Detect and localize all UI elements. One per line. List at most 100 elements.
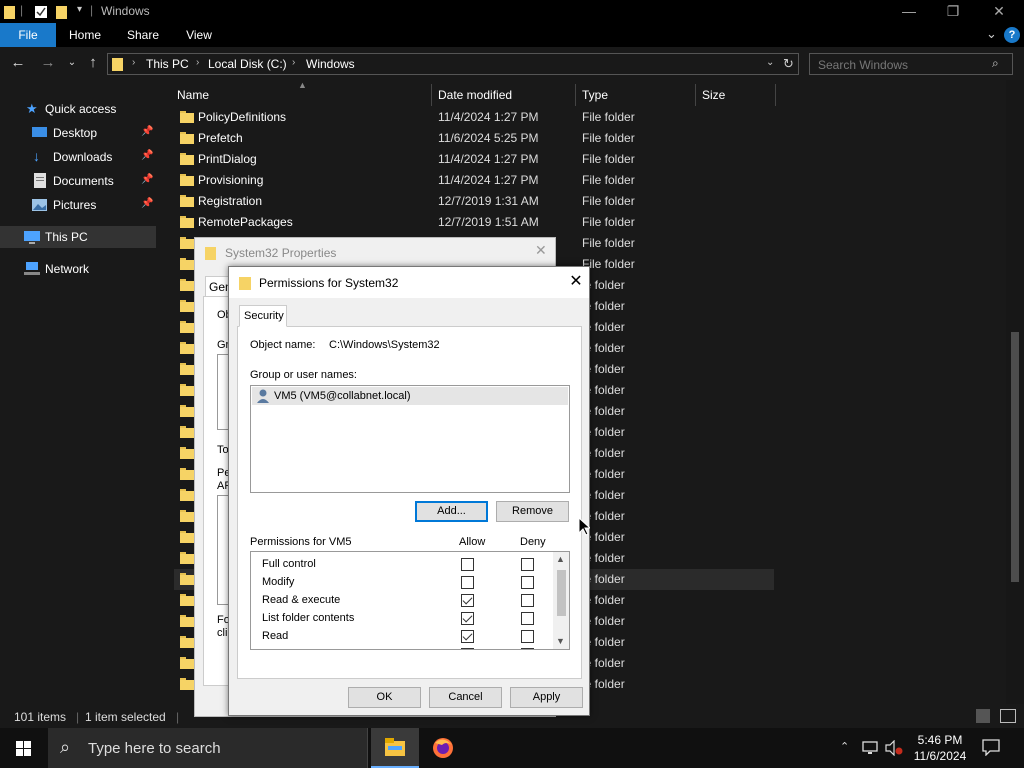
permissions-scrollbar[interactable]: ▲ ▼: [553, 552, 569, 649]
chevron-right-icon[interactable]: ›: [292, 57, 295, 68]
taskbar-search[interactable]: ⌕ Type here to search: [48, 728, 368, 768]
deny-checkbox[interactable]: [521, 558, 534, 571]
ribbon: File Home Share View ⌄ ?: [0, 23, 1024, 47]
pin-icon: 📌: [141, 174, 154, 185]
column-divider[interactable]: [575, 84, 576, 106]
column-name[interactable]: Name: [177, 88, 209, 102]
new-folder-icon[interactable]: [56, 4, 68, 20]
tab-view[interactable]: View: [176, 23, 222, 47]
nav-item-documents[interactable]: Documents 📌: [0, 170, 156, 192]
address-bar[interactable]: › This PC › Local Disk (C:) › Windows ⌄ …: [107, 53, 799, 75]
taskbar-firefox[interactable]: [419, 728, 467, 768]
selection-count: 1 item selected: [85, 710, 166, 724]
allow-checkbox[interactable]: [461, 576, 474, 589]
back-button[interactable]: ←: [9, 55, 27, 73]
column-divider[interactable]: [431, 84, 432, 106]
nav-item-network[interactable]: Network: [0, 258, 156, 280]
allow-checkbox[interactable]: [461, 648, 474, 649]
divider: |: [176, 710, 180, 724]
table-row[interactable]: RemotePackages 12/7/2019 1:51 AM File fold…: [174, 212, 774, 233]
deny-checkbox[interactable]: [521, 648, 534, 649]
chevron-right-icon[interactable]: ›: [196, 57, 199, 68]
properties-icon[interactable]: [34, 4, 48, 20]
forward-button[interactable]: →: [39, 55, 57, 73]
minimize-button[interactable]: —: [886, 0, 932, 23]
breadcrumb-local-disk[interactable]: Local Disk (C:): [208, 57, 287, 71]
column-date-modified[interactable]: Date modified: [438, 88, 512, 102]
start-button[interactable]: [0, 728, 48, 768]
table-row[interactable]: PolicyDefinitions 11/4/2024 1:27 PM File f…: [174, 107, 774, 128]
breadcrumb-windows[interactable]: Windows: [306, 57, 355, 71]
allow-checkbox[interactable]: [461, 612, 474, 625]
ok-button[interactable]: OK: [348, 687, 421, 708]
help-icon[interactable]: ?: [1004, 27, 1020, 43]
nav-item-desktop[interactable]: Desktop 📌: [0, 122, 156, 144]
nav-item-downloads[interactable]: ↓ Downloads 📌: [0, 146, 156, 168]
tab-file[interactable]: File: [0, 23, 56, 47]
breadcrumb-this-pc[interactable]: This PC: [146, 57, 189, 71]
up-button[interactable]: ↑: [84, 55, 102, 73]
column-divider[interactable]: [775, 84, 776, 106]
deny-checkbox[interactable]: [521, 594, 534, 607]
folder-icon: [180, 237, 194, 249]
address-dropdown-icon[interactable]: ⌄: [766, 57, 774, 68]
scroll-thumb[interactable]: [557, 570, 566, 616]
clock[interactable]: 5:46 PM 11/6/2024: [908, 732, 972, 764]
tab-security[interactable]: Security: [239, 305, 287, 327]
refresh-icon[interactable]: ↻: [783, 56, 794, 72]
close-button[interactable]: ✕: [535, 242, 547, 259]
object-name-label: Object name:: [250, 339, 316, 351]
remove-button[interactable]: Remove: [496, 501, 569, 522]
chevron-right-icon[interactable]: ›: [132, 57, 135, 68]
search-icon[interactable]: ⌕: [992, 56, 999, 71]
table-row[interactable]: Registration 12/7/2019 1:31 AM File folder: [174, 191, 774, 212]
network-status-icon[interactable]: [862, 741, 878, 755]
column-divider[interactable]: [695, 84, 696, 106]
close-button[interactable]: ✕: [976, 0, 1022, 23]
search-input[interactable]: [818, 57, 988, 72]
add-button[interactable]: Add...: [415, 501, 488, 522]
allow-checkbox[interactable]: [461, 594, 474, 607]
apply-button[interactable]: Apply: [510, 687, 583, 708]
scroll-up-icon[interactable]: ▲: [556, 554, 565, 564]
scroll-down-icon[interactable]: ▼: [556, 636, 565, 646]
nav-item-this-pc[interactable]: This PC: [0, 226, 156, 248]
column-size[interactable]: Size: [702, 88, 725, 102]
allow-checkbox[interactable]: [461, 558, 474, 571]
large-icons-view-icon[interactable]: [1000, 709, 1016, 723]
nav-item-quick-access[interactable]: ★ Quick access: [0, 98, 156, 120]
search-box[interactable]: ⌕: [809, 53, 1013, 75]
dialog-title: System32 Properties: [225, 246, 337, 260]
scroll-thumb[interactable]: [1011, 332, 1019, 582]
details-view-icon[interactable]: [976, 709, 990, 723]
vertical-scrollbar[interactable]: [1006, 80, 1024, 704]
close-button[interactable]: ✕: [563, 271, 589, 295]
allow-checkbox[interactable]: [461, 630, 474, 643]
pc-icon: [24, 231, 40, 244]
recent-locations-button[interactable]: ⌄: [63, 55, 81, 73]
download-icon: ↓: [33, 148, 40, 164]
tab-share[interactable]: Share: [120, 23, 166, 47]
deny-checkbox[interactable]: [521, 576, 534, 589]
deny-checkbox[interactable]: [521, 630, 534, 643]
customize-qat-icon[interactable]: ▾: [77, 4, 82, 15]
expand-ribbon-icon[interactable]: ⌄: [986, 26, 997, 42]
nav-item-pictures[interactable]: Pictures 📌: [0, 194, 156, 216]
nav-label: Downloads: [53, 150, 113, 164]
deny-checkbox[interactable]: [521, 612, 534, 625]
permission-name: Full control: [262, 558, 316, 570]
permission-name: List folder contents: [262, 612, 355, 624]
maximize-button[interactable]: ❐: [930, 0, 976, 23]
volume-muted-icon[interactable]: [885, 740, 903, 756]
show-hidden-icons-icon[interactable]: ⌃: [840, 740, 849, 753]
list-item[interactable]: VM5 (VM5@collabnet.local): [252, 387, 568, 405]
tab-home[interactable]: Home: [62, 23, 108, 47]
column-type[interactable]: Type: [582, 88, 608, 102]
notifications-icon[interactable]: [982, 739, 1000, 756]
table-row[interactable]: Provisioning 11/4/2024 1:27 PM File folder: [174, 170, 774, 191]
table-row[interactable]: Prefetch 11/6/2024 5:25 PM File folder: [174, 128, 774, 149]
taskbar-file-explorer[interactable]: [371, 728, 419, 768]
cancel-button[interactable]: Cancel: [429, 687, 502, 708]
user-list[interactable]: VM5 (VM5@collabnet.local): [250, 385, 570, 493]
table-row[interactable]: PrintDialog 11/4/2024 1:27 PM File folder: [174, 149, 774, 170]
